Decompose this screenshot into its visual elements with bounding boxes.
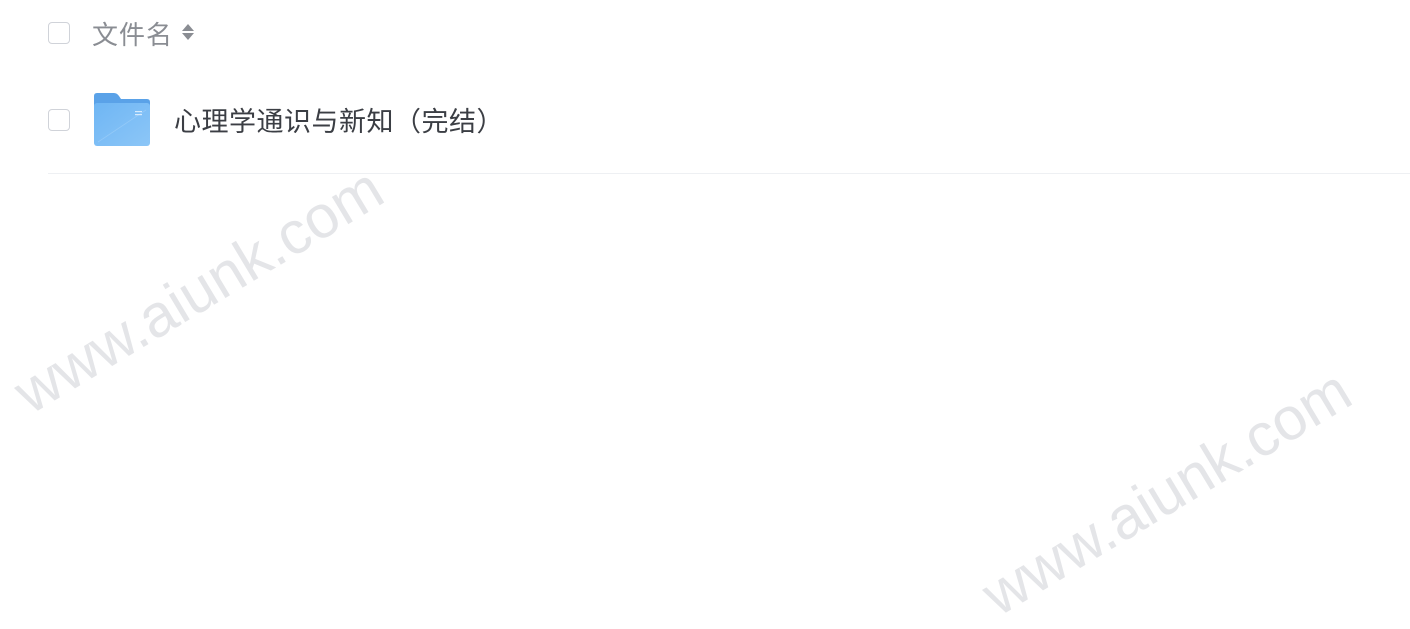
row-checkbox[interactable] bbox=[48, 108, 70, 131]
select-all-checkbox[interactable] bbox=[48, 22, 70, 44]
file-list-header: 文件名 bbox=[48, 0, 1410, 66]
file-name[interactable]: 心理学通识与新知（完结） bbox=[174, 100, 504, 139]
sort-icon[interactable] bbox=[181, 21, 195, 45]
table-row[interactable]: 心理学通识与新知（完结） bbox=[48, 82, 1410, 174]
filename-column-header[interactable]: 文件名 bbox=[92, 15, 173, 52]
file-list: 文件名 心理学通识与新知（完结） bbox=[0, 0, 1410, 588]
folder-icon bbox=[94, 92, 150, 146]
